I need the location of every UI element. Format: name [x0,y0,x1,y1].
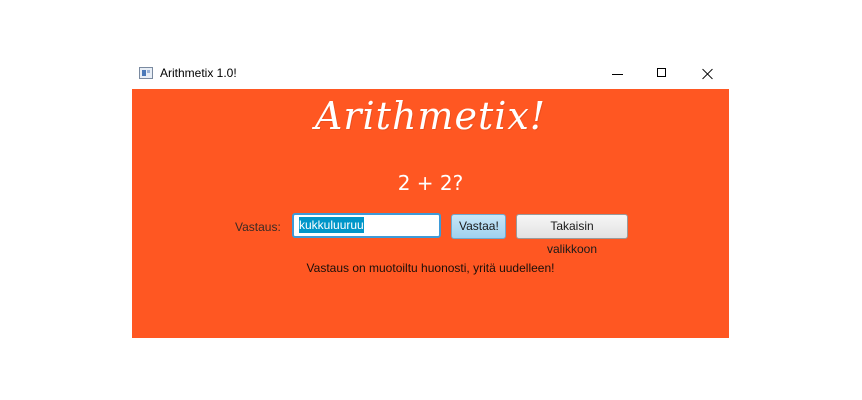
minimize-button[interactable] [595,60,641,89]
error-message: Vastaus on muotoiltu huonosti, yritä uud… [306,261,555,275]
selected-answer-text: kukkuluuruu [299,217,364,233]
answer-input[interactable]: kukkuluuruu [292,213,441,238]
maximize-icon [657,68,666,77]
answer-label: Vastaus: [235,220,281,234]
app-window-icon [139,67,153,79]
question-text: 2 + 2? [397,171,464,195]
maximize-button[interactable] [639,60,685,89]
app-window: Arithmetix 1.0! Arithmetix! 2 + 2? Vasta… [132,60,729,338]
main-content: Arithmetix! 2 + 2? Vastaus: kukkuluuruu … [132,89,729,338]
title-bar[interactable]: Arithmetix 1.0! [132,60,729,89]
window-title: Arithmetix 1.0! [160,66,237,80]
app-logo: Arithmetix! [314,94,547,138]
back-to-menu-button[interactable]: Takaisin valikkoon [516,214,628,256]
close-button[interactable] [685,60,731,89]
close-icon [702,68,714,80]
minimize-icon [612,74,623,75]
answer-button[interactable]: Vastaa! [451,214,506,239]
